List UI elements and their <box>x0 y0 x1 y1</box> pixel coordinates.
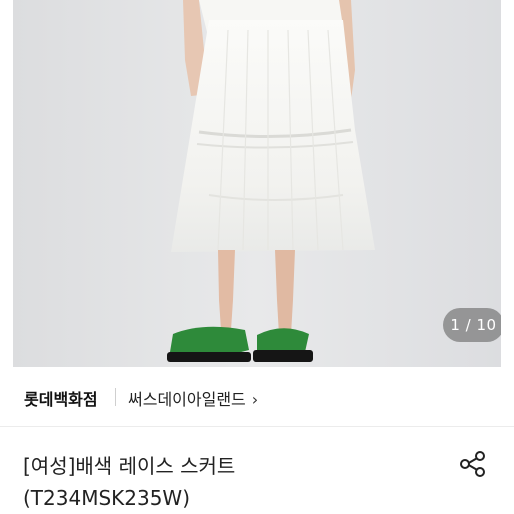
brand-bar: 롯데백화점 써스데이아일랜드 › <box>0 368 514 427</box>
divider <box>115 388 116 406</box>
share-button[interactable] <box>458 449 488 479</box>
product-photo-illustration <box>13 0 501 367</box>
product-title: [여성]배색 레이스 스커트 (T234MSK235W) <box>23 450 443 514</box>
chevron-right-icon: › <box>251 390 259 409</box>
product-title-line2: (T234MSK235W) <box>23 486 191 510</box>
product-title-line1: [여성]배색 레이스 스커트 <box>23 454 236 478</box>
brand-shop-link[interactable]: 써스데이아일랜드 › <box>128 386 258 410</box>
image-counter: 1 / 10 <box>443 308 501 342</box>
share-icon <box>460 451 485 477</box>
product-image[interactable]: 1 / 10 <box>13 0 501 367</box>
store-name: 롯데백화점 <box>24 390 98 409</box>
shop-label: 써스데이아일랜드 <box>128 390 246 409</box>
